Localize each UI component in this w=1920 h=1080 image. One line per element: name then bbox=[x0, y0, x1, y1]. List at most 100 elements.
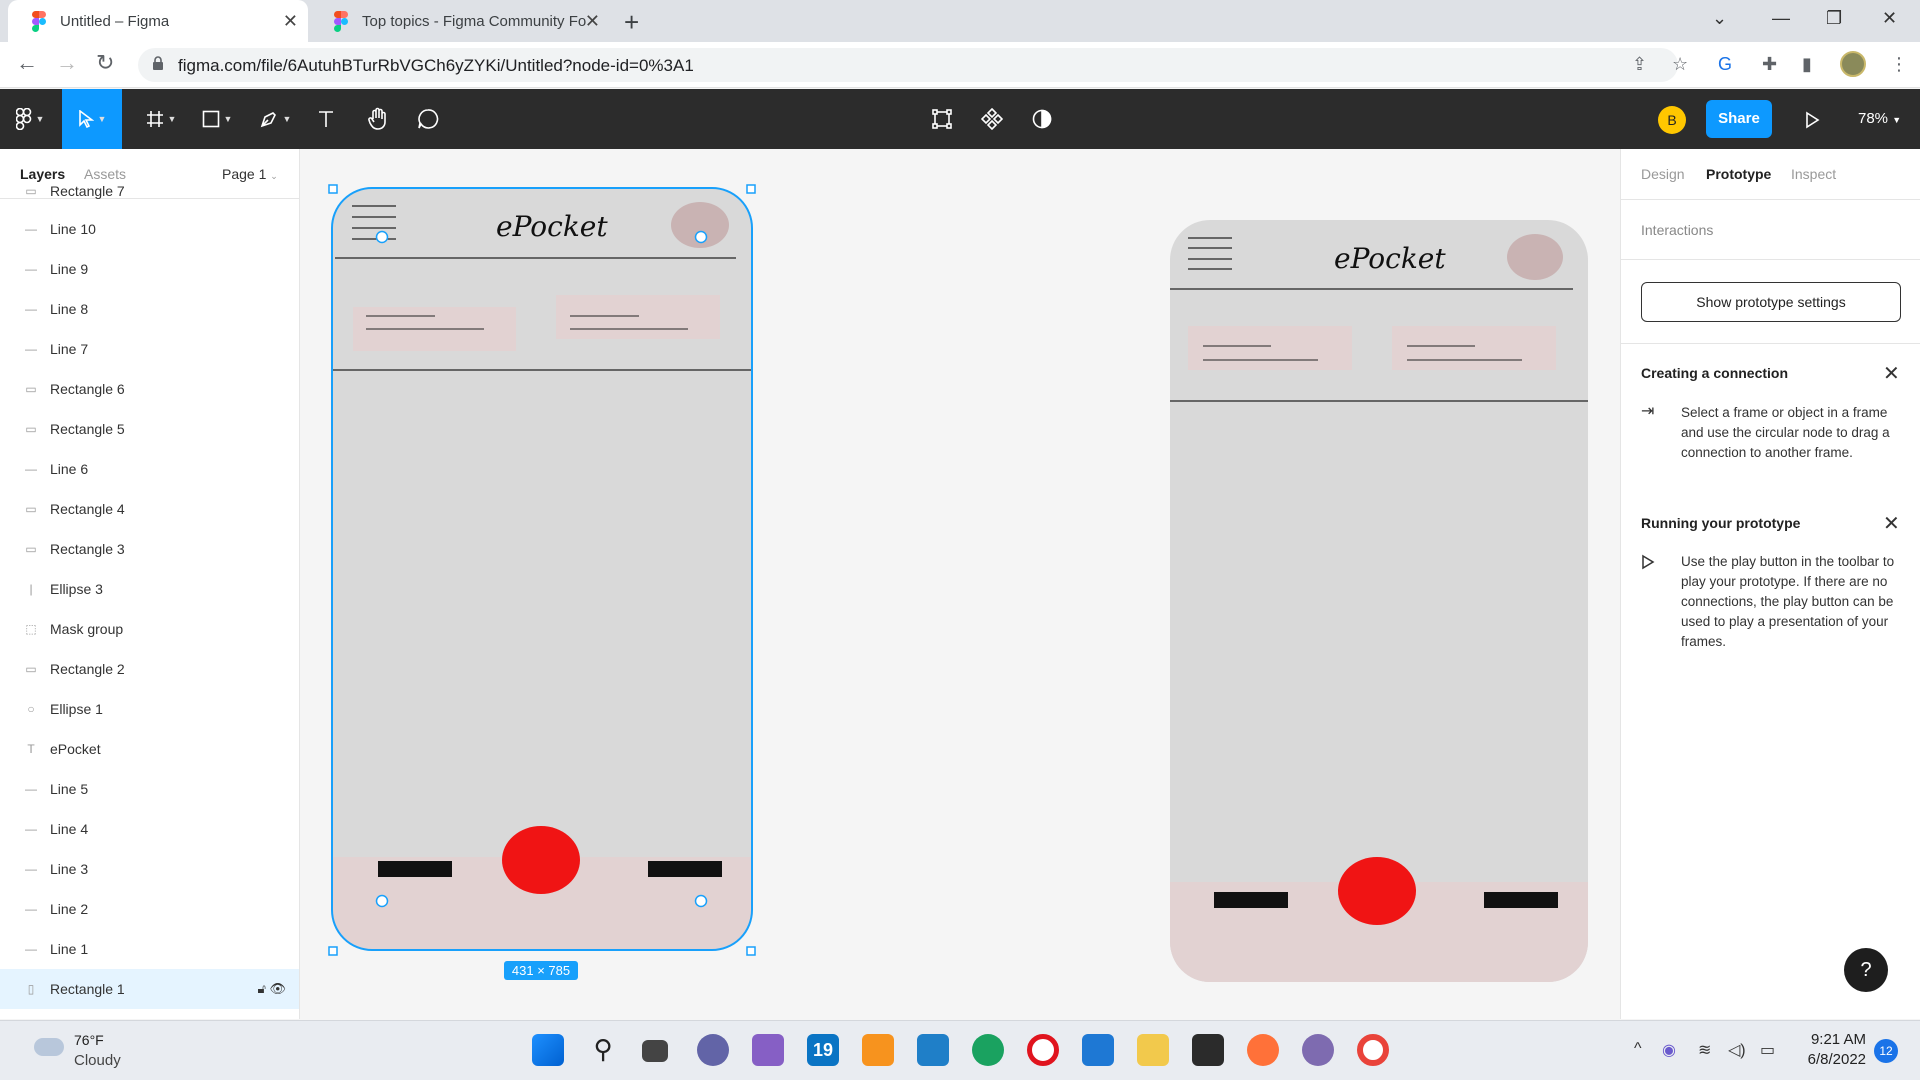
weather-description[interactable]: Cloudy bbox=[74, 1052, 121, 1069]
radius-handle[interactable] bbox=[375, 230, 389, 244]
tab-figma-community[interactable]: Top topics - Figma Community Fo ✕ bbox=[310, 0, 610, 42]
tray-app-icon[interactable]: ◉ bbox=[1662, 1040, 1676, 1060]
layer-row[interactable]: ▯ Rectangle 1 🔓︎ 👁︎ bbox=[0, 969, 299, 1009]
design-canvas[interactable]: ePocket 431 × 785 ePocket bbox=[301, 149, 1620, 1019]
tor-browser-icon[interactable] bbox=[1302, 1034, 1334, 1066]
menu-kebab-icon[interactable]: ⋮ bbox=[1890, 54, 1908, 75]
chevron-up-icon[interactable]: ^ bbox=[1634, 1040, 1642, 1058]
resize-handle[interactable] bbox=[746, 946, 756, 956]
radius-handle[interactable] bbox=[375, 894, 389, 908]
layer-row[interactable]: — Line 9 bbox=[0, 249, 299, 289]
visual-studio-icon[interactable] bbox=[752, 1034, 784, 1066]
layer-row[interactable]: | Ellipse 3 bbox=[0, 569, 299, 609]
tab-untitled-figma[interactable]: Untitled – Figma ✕ bbox=[8, 0, 308, 42]
firefox-icon[interactable] bbox=[1247, 1034, 1279, 1066]
layer-row[interactable]: ▭ Rectangle 5 bbox=[0, 409, 299, 449]
radius-handle[interactable] bbox=[694, 894, 708, 908]
zoom-level[interactable]: 78% ▼ bbox=[1858, 110, 1901, 127]
notification-badge[interactable]: 12 bbox=[1874, 1039, 1898, 1063]
layer-row[interactable]: — Line 5 bbox=[0, 769, 299, 809]
close-icon[interactable]: ✕ bbox=[1883, 361, 1900, 386]
mail-icon[interactable] bbox=[1082, 1034, 1114, 1066]
help-button[interactable]: ? bbox=[1844, 948, 1888, 992]
search-icon[interactable]: ⚲ bbox=[587, 1034, 619, 1066]
show-prototype-settings-button[interactable]: Show prototype settings bbox=[1641, 282, 1901, 322]
tab-design[interactable]: Design bbox=[1641, 166, 1685, 182]
teams-chat-icon[interactable] bbox=[697, 1034, 729, 1066]
layer-row[interactable]: — Line 1 bbox=[0, 929, 299, 969]
lock-visibility-icons[interactable]: 🔓︎ 👁︎ bbox=[257, 981, 286, 997]
radius-handle[interactable] bbox=[694, 230, 708, 244]
calendar-19-icon[interactable]: 19 bbox=[807, 1034, 839, 1066]
opera-browser-icon[interactable] bbox=[1027, 1034, 1059, 1066]
chrome-icon[interactable] bbox=[1357, 1034, 1389, 1066]
tab-prototype[interactable]: Prototype bbox=[1706, 166, 1771, 182]
close-tab-icon[interactable]: ✕ bbox=[585, 11, 600, 32]
file-explorer-icon[interactable] bbox=[1137, 1034, 1169, 1066]
edge-browser-icon[interactable] bbox=[972, 1034, 1004, 1066]
back-icon[interactable]: ← bbox=[16, 50, 38, 76]
resize-handle[interactable] bbox=[328, 946, 338, 956]
layer-row[interactable]: — Line 2 bbox=[0, 889, 299, 929]
task-view-icon[interactable] bbox=[642, 1040, 668, 1062]
phone-frame-2[interactable]: ePocket bbox=[1170, 220, 1588, 982]
remote-desktop-icon[interactable] bbox=[917, 1034, 949, 1066]
tab-inspect[interactable]: Inspect bbox=[1791, 166, 1836, 182]
url-omnibox[interactable]: figma.com/file/6AutuhBTurRbVGCh6yZYKi/Un… bbox=[138, 48, 1678, 82]
battery-icon[interactable]: ▭ bbox=[1760, 1040, 1775, 1060]
phone-frame-1[interactable]: ePocket 431 × 785 bbox=[328, 184, 756, 980]
layer-row[interactable]: — Line 3 bbox=[0, 849, 299, 889]
translate-icon[interactable]: G bbox=[1718, 54, 1732, 75]
minimize-icon[interactable]: — bbox=[1772, 8, 1790, 29]
layer-row[interactable]: ▭ Rectangle 7 bbox=[0, 181, 299, 201]
close-tab-icon[interactable]: ✕ bbox=[283, 11, 298, 32]
reload-icon[interactable]: ↻ bbox=[96, 50, 114, 76]
tab-layers[interactable]: Layers bbox=[20, 166, 65, 182]
mask-button[interactable] bbox=[1022, 89, 1062, 149]
tab-search-icon[interactable]: ⌄ bbox=[1712, 8, 1727, 29]
side-panel-icon[interactable]: ▮ bbox=[1802, 54, 1812, 75]
bookmark-star-icon[interactable]: ☆ bbox=[1672, 54, 1688, 75]
layer-row[interactable]: — Line 4 bbox=[0, 809, 299, 849]
layer-row[interactable]: ○ Ellipse 1 bbox=[0, 689, 299, 729]
move-tool-button[interactable]: ▼ bbox=[62, 89, 122, 149]
layer-row[interactable]: — Line 7 bbox=[0, 329, 299, 369]
main-menu-button[interactable]: ▼ bbox=[0, 89, 60, 149]
shape-tool-button[interactable]: ▼ bbox=[192, 89, 242, 149]
layer-row[interactable]: — Line 8 bbox=[0, 289, 299, 329]
wifi-icon[interactable]: ≋ bbox=[1698, 1040, 1711, 1060]
hand-tool-button[interactable] bbox=[358, 89, 398, 149]
pen-tool-button[interactable]: ▼ bbox=[250, 89, 300, 149]
layer-row[interactable]: — Line 10 bbox=[0, 209, 299, 249]
close-window-icon[interactable]: ✕ bbox=[1882, 8, 1897, 29]
close-icon[interactable]: ✕ bbox=[1883, 511, 1900, 536]
resize-handle[interactable] bbox=[746, 184, 756, 194]
share-button[interactable]: Share bbox=[1706, 100, 1772, 138]
weather-temperature[interactable]: 76°F bbox=[74, 1032, 104, 1048]
layer-row[interactable]: ▭ Rectangle 3 bbox=[0, 529, 299, 569]
volume-icon[interactable]: ◁) bbox=[1728, 1040, 1746, 1060]
layer-row[interactable]: ⬚ Mask group bbox=[0, 609, 299, 649]
resize-handle[interactable] bbox=[328, 184, 338, 194]
comment-tool-button[interactable] bbox=[408, 89, 448, 149]
layer-row[interactable]: TePocket bbox=[0, 729, 299, 769]
restore-icon[interactable]: ❐ bbox=[1826, 8, 1842, 29]
forward-icon[interactable]: → bbox=[56, 50, 78, 76]
share-page-icon[interactable]: ⇪ bbox=[1632, 54, 1647, 75]
new-tab-icon[interactable]: + bbox=[624, 7, 639, 38]
layer-row[interactable]: ▭ Rectangle 2 bbox=[0, 649, 299, 689]
edit-object-button[interactable] bbox=[922, 89, 962, 149]
tab-assets[interactable]: Assets bbox=[84, 166, 126, 182]
profile-avatar[interactable] bbox=[1840, 51, 1866, 77]
layer-row[interactable]: ▭ Rectangle 6 bbox=[0, 369, 299, 409]
text-tool-button[interactable] bbox=[306, 89, 346, 149]
create-component-button[interactable] bbox=[972, 89, 1012, 149]
app-dark-icon[interactable] bbox=[1192, 1034, 1224, 1066]
extensions-icon[interactable]: ✚ bbox=[1762, 54, 1777, 75]
user-avatar[interactable]: B bbox=[1658, 106, 1686, 134]
sublime-text-icon[interactable] bbox=[862, 1034, 894, 1066]
present-play-icon[interactable] bbox=[1804, 111, 1820, 129]
layer-row[interactable]: — Line 6 bbox=[0, 449, 299, 489]
system-clock[interactable]: 9:21 AM 6/8/2022 bbox=[1800, 1030, 1866, 1070]
frame-tool-button[interactable]: ▼ bbox=[136, 89, 186, 149]
